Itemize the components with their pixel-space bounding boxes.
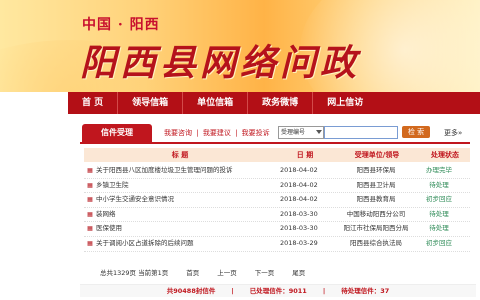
row-title[interactable]: 关于调阅小区占道拆除的后续问题 — [96, 237, 276, 251]
stat-processed: 已处理信件：9011 — [249, 287, 307, 295]
page-summary: 总共1329页 当前第1页 — [100, 269, 169, 277]
bullet-icon: ▦ — [87, 196, 93, 204]
row-unit: 阳江市社保局阳西分局 — [343, 224, 409, 233]
prev-page-link[interactable]: 上一页 — [217, 267, 237, 279]
nav-item-unit-mailbox[interactable]: 单位信箱 — [182, 92, 247, 114]
action-links: 我要咨询 | 我要建议 | 我要投诉 — [164, 128, 272, 138]
row-date: 2018-03-30 — [280, 224, 318, 233]
bullet-icon: ▦ — [87, 181, 93, 189]
more-link[interactable]: 更多» — [444, 128, 462, 138]
nav-item-leader-mailbox[interactable]: 领导信箱 — [117, 92, 182, 114]
search-button[interactable]: 检 索 — [402, 126, 430, 138]
link-separator: | — [196, 129, 199, 137]
pagination: 总共1329页 当前第1页 首页 上一页 下一页 尾页 — [100, 267, 470, 279]
consult-link[interactable]: 我要咨询 — [164, 129, 192, 137]
stat-pending: 待处理信件：37 — [341, 287, 390, 295]
link-separator: | — [235, 129, 238, 137]
panel-toolbar: 信件受理 我要咨询 | 我要建议 | 我要投诉 受理编号 检 索 更多» — [80, 124, 470, 144]
letters-table: ▦ 关于阳西县八区加度楼垃圾卫生管理问题的投诉 2018-04-02 阳西县环保… — [84, 164, 470, 252]
table-row[interactable]: ▦ 医保使用 2018-03-30 阳江市社保局阳西分局 待处理 — [84, 222, 470, 237]
header-date: 日 期 — [296, 151, 314, 159]
table-row[interactable]: ▦ 乡镇卫生院 2018-04-02 阳西县卫计局 待处理 — [84, 179, 470, 194]
row-unit: 阳西县综合执法局 — [350, 238, 402, 247]
row-unit: 阳西县环保局 — [356, 166, 396, 174]
letter-stats: 共90488封信件 | 已处理信件：9011 | 待处理信件：37 — [80, 284, 476, 297]
next-page-link[interactable]: 下一页 — [255, 267, 275, 279]
row-unit: 中国移动阳西分公司 — [346, 209, 406, 218]
nav-spacer — [0, 92, 68, 114]
header-unit: 受理单位/领导 — [354, 151, 400, 159]
complain-link[interactable]: 我要投诉 — [242, 129, 270, 137]
row-date: 2018-03-30 — [280, 209, 318, 218]
header-banner: 中国 · 阳西 阳西县网络问政 — [0, 0, 480, 92]
header-status: 处理状态 — [431, 151, 459, 159]
nav-item-home[interactable]: 首 页 — [68, 92, 117, 114]
tab-letters[interactable]: 信件受理 — [82, 124, 152, 142]
select-value: 受理编号 — [281, 129, 306, 136]
search-input[interactable] — [324, 126, 398, 139]
table-row[interactable]: ▦ 关于阳西县八区加度楼垃圾卫生管理问题的投诉 2018-04-02 阳西县环保… — [84, 164, 470, 179]
header-title: 标 题 — [171, 151, 189, 159]
bullet-icon: ▦ — [87, 239, 93, 247]
row-title[interactable]: 中小学生交通安全意识情况 — [96, 193, 276, 207]
row-date: 2018-03-29 — [280, 238, 318, 247]
stat-separator: | — [322, 287, 326, 295]
row-title[interactable]: 关于阳西县八区加度楼垃圾卫生管理问题的投诉 — [96, 164, 276, 178]
table-row[interactable]: ▦ 装网络 2018-03-30 中国移动阳西分公司 待处理 — [84, 208, 470, 223]
letters-panel: 信件受理 我要咨询 | 我要建议 | 我要投诉 受理编号 检 索 更多» 标 题… — [80, 118, 476, 298]
bullet-icon: ▦ — [87, 210, 93, 218]
row-unit: 阳西县卫计局 — [356, 180, 396, 189]
table-row[interactable]: ▦ 关于调阅小区占道拆除的后续问题 2018-03-29 阳西县综合执法局 初步… — [84, 237, 470, 252]
table-row[interactable]: ▦ 中小学生交通安全意识情况 2018-04-02 阳西县教育局 初步回应 — [84, 193, 470, 208]
table-header: 标 题 日 期 受理单位/领导 处理状态 — [84, 148, 470, 162]
row-title[interactable]: 乡镇卫生院 — [96, 179, 276, 193]
main-nav: 首 页 领导信箱 单位信箱 政务微博 网上信访 — [0, 92, 480, 114]
stat-separator: | — [231, 287, 234, 295]
row-status: 待处理 — [429, 224, 449, 233]
first-page-link[interactable]: 首页 — [186, 267, 199, 279]
last-page-link[interactable]: 尾页 — [292, 267, 305, 279]
chevron-down-icon — [316, 130, 322, 134]
row-date: 2018-04-02 — [280, 180, 318, 189]
bullet-icon: ▦ — [87, 167, 93, 174]
row-status: 办理完毕 — [426, 166, 452, 174]
nav-item-gov-weibo[interactable]: 政务微博 — [247, 92, 312, 114]
row-status: 初步回应 — [426, 195, 452, 204]
header-subtitle: 中国 · 阳西 — [82, 17, 160, 33]
suggest-link[interactable]: 我要建议 — [203, 129, 231, 137]
row-title[interactable]: 装网络 — [96, 208, 276, 222]
stat-total: 共90488封信件 — [166, 287, 216, 295]
row-unit: 阳西县教育局 — [356, 195, 396, 204]
row-status: 待处理 — [429, 180, 449, 189]
row-title[interactable]: 医保使用 — [96, 222, 276, 236]
row-date: 2018-04-02 — [280, 195, 318, 204]
row-status: 待处理 — [429, 209, 449, 218]
nav-item-online-petition[interactable]: 网上信访 — [312, 92, 377, 114]
search-type-select[interactable]: 受理编号 — [278, 126, 324, 139]
page-title: 阳西县网络问政 — [80, 42, 361, 84]
row-status: 初步回应 — [426, 238, 452, 247]
row-date: 2018-04-02 — [280, 166, 318, 174]
bullet-icon: ▦ — [87, 225, 93, 233]
